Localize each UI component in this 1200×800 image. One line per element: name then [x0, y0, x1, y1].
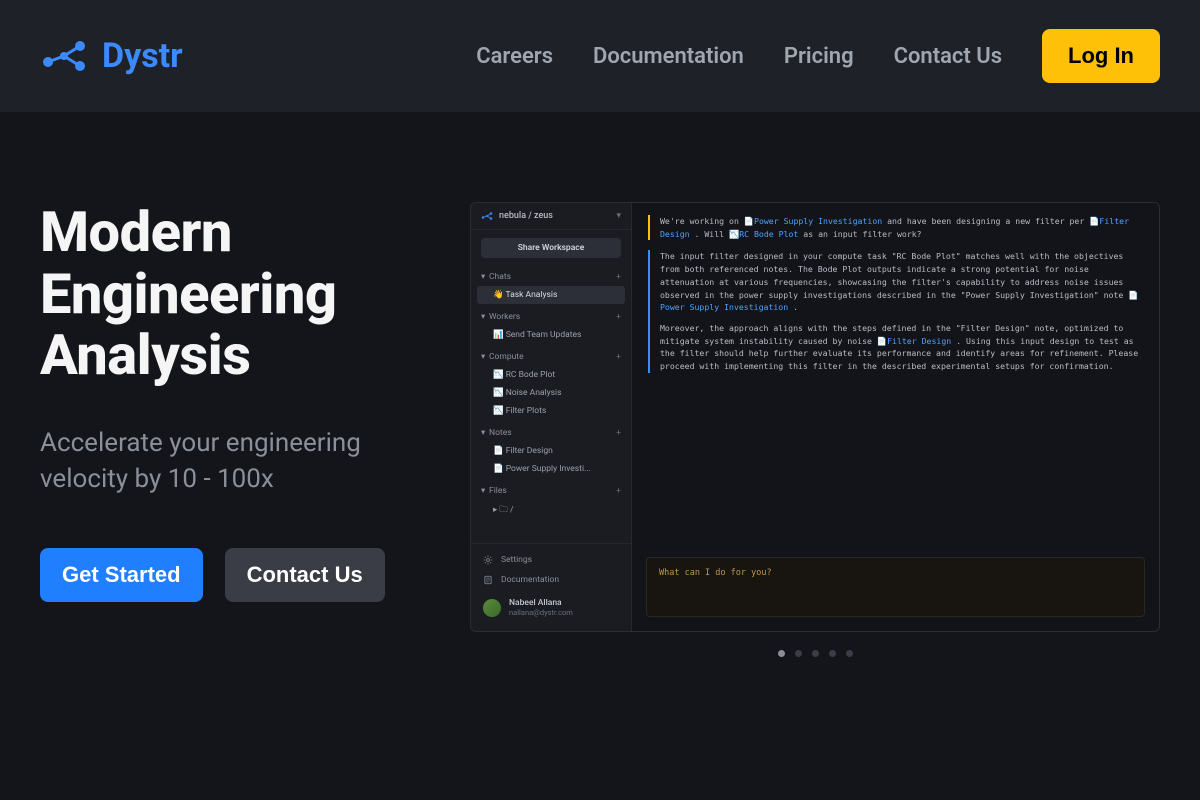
- section-header-compute[interactable]: ▾Compute +: [471, 348, 631, 366]
- section-label: Workers: [489, 312, 520, 322]
- caret-down-icon: ▾: [481, 312, 489, 322]
- settings-label: Settings: [501, 555, 532, 565]
- compute-tag[interactable]: RC Bode Plot: [739, 229, 798, 239]
- app-sidebar: nebula / zeus ▾ Share Workspace ▾Chats + …: [471, 203, 631, 631]
- sidebar-item[interactable]: 📊 Send Team Updates: [471, 326, 631, 344]
- input-placeholder: What can I do for you?: [659, 568, 772, 578]
- note-tag[interactable]: Power Supply Investigation: [660, 302, 788, 312]
- sidebar-item[interactable]: 📄 Filter Design: [471, 442, 631, 460]
- note-tag[interactable]: Filter Design: [887, 336, 951, 346]
- msg-text: as an input filter work?: [798, 229, 921, 239]
- hero-subtitle: Accelerate your engineering velocity by …: [40, 425, 440, 498]
- carousel-dot[interactable]: [829, 650, 836, 657]
- hero-title-line: Engineering: [40, 261, 336, 327]
- sidebar-bottom: Settings Documentation Nabeel Allana nal…: [471, 543, 631, 631]
- sidebar-section-notes: ▾Notes + 📄 Filter Design 📄 Power Supply I…: [471, 422, 631, 480]
- msg-text: We're working on: [660, 216, 744, 226]
- nav-pricing[interactable]: Pricing: [784, 44, 854, 69]
- brand-name: Dystr: [102, 36, 183, 76]
- section-label: Chats: [489, 272, 511, 282]
- nav-careers[interactable]: Careers: [476, 44, 553, 69]
- hero-title-line: Modern: [40, 199, 232, 265]
- carousel-dots: [470, 650, 1160, 657]
- carousel-dot[interactable]: [795, 650, 802, 657]
- plus-icon[interactable]: +: [616, 352, 621, 362]
- user-name: Nabeel Allana: [509, 598, 573, 608]
- sidebar-item[interactable]: ▸ 🗀 /: [471, 500, 631, 522]
- sidebar-item-task-analysis[interactable]: 👋 Task Analysis: [477, 286, 625, 304]
- chat-input[interactable]: What can I do for you?: [646, 557, 1145, 617]
- hero-title: Modern Engineering Analysis: [40, 202, 440, 387]
- caret-down-icon: ▾: [481, 272, 489, 282]
- hero-section: Modern Engineering Analysis Accelerate y…: [0, 112, 1200, 697]
- section-header-files[interactable]: ▾Files +: [471, 482, 631, 500]
- caret-down-icon: ▾: [481, 486, 489, 496]
- sidebar-section-files: ▾Files + ▸ 🗀 /: [471, 480, 631, 524]
- site-header: Dystr Careers Documentation Pricing Cont…: [0, 0, 1200, 112]
- login-button[interactable]: Log In: [1042, 29, 1160, 83]
- documentation-link[interactable]: Documentation: [471, 570, 631, 590]
- contact-us-button[interactable]: Contact Us: [225, 548, 385, 602]
- brand[interactable]: Dystr: [40, 36, 183, 76]
- logo-icon: [481, 211, 493, 221]
- hero-cta-group: Get Started Contact Us: [40, 548, 440, 602]
- section-header-chats[interactable]: ▾Chats +: [471, 268, 631, 286]
- note-tag[interactable]: Power Supply Investigation: [754, 216, 882, 226]
- document-icon: [483, 575, 493, 585]
- hero-copy: Modern Engineering Analysis Accelerate y…: [40, 202, 440, 657]
- share-workspace-button[interactable]: Share Workspace: [481, 238, 621, 258]
- sidebar-item[interactable]: 📉 RC Bode Plot: [471, 366, 631, 384]
- main-nav: Careers Documentation Pricing Contact Us…: [476, 29, 1160, 83]
- workspace-switcher[interactable]: nebula / zeus ▾: [471, 203, 631, 230]
- msg-text: . Will: [690, 229, 729, 239]
- hero-title-line: Analysis: [40, 322, 250, 388]
- msg-text: .: [788, 302, 798, 312]
- product-screenshot: nebula / zeus ▾ Share Workspace ▾Chats + …: [470, 202, 1160, 657]
- carousel-dot[interactable]: [812, 650, 819, 657]
- sidebar-section-chats: ▾Chats + 👋 Task Analysis: [471, 266, 631, 306]
- plus-icon[interactable]: +: [616, 312, 621, 322]
- workspace-name: nebula / zeus: [499, 211, 553, 221]
- logo-icon: [40, 40, 88, 72]
- app-window: nebula / zeus ▾ Share Workspace ▾Chats + …: [470, 202, 1160, 632]
- carousel-dot[interactable]: [778, 650, 785, 657]
- plus-icon[interactable]: +: [616, 428, 621, 438]
- nav-documentation[interactable]: Documentation: [593, 44, 744, 69]
- sidebar-section-workers: ▾Workers + 📊 Send Team Updates: [471, 306, 631, 346]
- chat-panel: We're working on 📄Power Supply Investiga…: [631, 203, 1159, 631]
- assistant-message: The input filter designed in your comput…: [648, 250, 1143, 372]
- section-label: Notes: [489, 428, 512, 438]
- gear-icon: [483, 555, 493, 565]
- msg-text: The input filter designed in your comput…: [660, 251, 1128, 299]
- settings-link[interactable]: Settings: [471, 550, 631, 570]
- avatar: [483, 599, 501, 617]
- user-info: Nabeel Allana nallana@dystr.com: [509, 598, 573, 617]
- sidebar-section-compute: ▾Compute + 📉 RC Bode Plot 📉 Noise Analysi…: [471, 346, 631, 422]
- caret-down-icon: ▾: [481, 352, 489, 362]
- message-list: We're working on 📄Power Supply Investiga…: [632, 203, 1159, 547]
- plus-icon[interactable]: +: [616, 272, 621, 282]
- user-email: nallana@dystr.com: [509, 608, 573, 617]
- nav-contact[interactable]: Contact Us: [894, 44, 1002, 69]
- get-started-button[interactable]: Get Started: [40, 548, 203, 602]
- section-header-notes[interactable]: ▾Notes +: [471, 424, 631, 442]
- user-message: We're working on 📄Power Supply Investiga…: [648, 215, 1143, 240]
- sidebar-item[interactable]: 📄 Power Supply Investi...: [471, 460, 631, 478]
- sidebar-item[interactable]: 📉 Noise Analysis: [471, 384, 631, 402]
- sidebar-item[interactable]: 📉 Filter Plots: [471, 402, 631, 420]
- chevron-down-icon: ▾: [616, 211, 621, 221]
- caret-down-icon: ▾: [481, 428, 489, 438]
- section-header-workers[interactable]: ▾Workers +: [471, 308, 631, 326]
- carousel-dot[interactable]: [846, 650, 853, 657]
- docs-label: Documentation: [501, 575, 559, 585]
- plus-icon[interactable]: +: [616, 486, 621, 496]
- user-profile[interactable]: Nabeel Allana nallana@dystr.com: [471, 590, 631, 625]
- section-label: Files: [489, 486, 507, 496]
- section-label: Compute: [489, 352, 524, 362]
- msg-text: and have been designing a new filter per: [882, 216, 1089, 226]
